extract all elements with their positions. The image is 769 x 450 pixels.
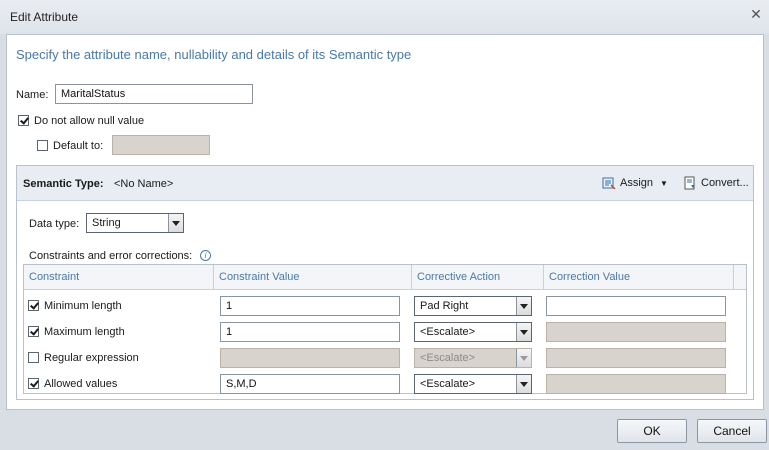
main-panel: Specify the attribute name, nullability … [6,34,764,410]
correction-value-input [546,348,726,368]
semantic-type-header: Semantic Type: <No Name> Assign ▼ Conver… [17,166,753,201]
name-input[interactable]: MaritalStatus [55,84,253,104]
not-null-checkbox[interactable] [18,115,29,126]
default-to-checkbox[interactable] [37,140,48,151]
chevron-down-icon [516,375,531,393]
data-type-label: Data type: [29,218,80,230]
constraint-name: Regular expression [44,352,139,364]
constraint-name: Allowed values [44,378,118,390]
correction-value-input[interactable] [546,296,726,316]
semantic-type-label: Semantic Type: [23,178,104,190]
convert-button[interactable]: Convert... [683,175,749,191]
constraint-name: Maximum length [44,326,125,338]
row-checkbox[interactable] [28,378,39,389]
name-label: Name: [16,89,49,101]
page-heading: Specify the attribute name, nullability … [16,47,412,62]
grid-header: Constraint Constraint Value Corrective A… [24,265,746,290]
chevron-down-icon: ▼ [660,178,668,188]
column-header-corrective-action[interactable]: Corrective Action [412,265,544,289]
not-null-label: Do not allow null value [34,115,145,127]
info-icon[interactable]: i [200,250,211,261]
corrective-action-value: Pad Right [420,300,469,312]
column-header-constraint-value[interactable]: Constraint Value [214,265,412,289]
semantic-type-group: Semantic Type: <No Name> Assign ▼ Conver… [16,165,754,400]
constraint-value-input [220,348,400,368]
convert-label: Convert... [701,177,749,189]
data-type-select[interactable]: String [86,213,184,233]
corrective-action-select[interactable]: <Escalate> [414,374,532,394]
row-checkbox[interactable] [28,326,39,337]
corrective-action-select[interactable]: <Escalate> [414,322,532,342]
correction-value-input [546,374,726,394]
window-title: Edit Attribute [10,10,79,24]
constraint-name: Minimum length [44,300,122,312]
data-type-value: String [92,217,121,229]
row-checkbox[interactable] [28,300,39,311]
constraint-value-input[interactable]: 1 [220,296,400,316]
row-checkbox[interactable] [28,352,39,363]
table-row: Regular expression <Escalate> [24,345,746,371]
corrective-action-value: <Escalate> [420,378,476,390]
default-to-input[interactable] [112,135,210,155]
convert-icon [683,176,697,190]
constraints-label: Constraints and error corrections: [29,250,193,262]
chevron-down-icon [168,214,183,232]
table-row: Allowed values S,M,D <Escalate> [24,371,746,397]
table-row: Maximum length 1 <Escalate> [24,319,746,345]
title-bar: Edit Attribute ✕ [0,0,769,34]
constraints-grid: Constraint Constraint Value Corrective A… [23,264,747,394]
corrective-action-value: <Escalate> [420,326,476,338]
corrective-action-value: <Escalate> [420,352,476,364]
column-header-correction-value[interactable]: Correction Value [544,265,734,289]
close-icon[interactable]: ✕ [749,7,763,21]
assign-icon [602,176,616,190]
chevron-down-icon [516,323,531,341]
ok-button[interactable]: OK [617,419,687,443]
correction-value-input [546,322,726,342]
corrective-action-select: <Escalate> [414,348,532,368]
chevron-down-icon [516,349,531,367]
semantic-type-value: <No Name> [114,178,174,190]
default-to-label: Default to: [53,140,104,152]
corrective-action-select[interactable]: Pad Right [414,296,532,316]
chevron-down-icon [516,297,531,315]
constraint-value-input[interactable]: S,M,D [220,374,400,394]
column-header-constraint[interactable]: Constraint [24,265,214,289]
table-row: Minimum length 1 Pad Right [24,293,746,319]
cancel-button[interactable]: Cancel [697,419,767,443]
assign-label: Assign [620,177,654,189]
assign-button[interactable]: Assign ▼ [602,175,668,191]
constraint-value-input[interactable]: 1 [220,322,400,342]
